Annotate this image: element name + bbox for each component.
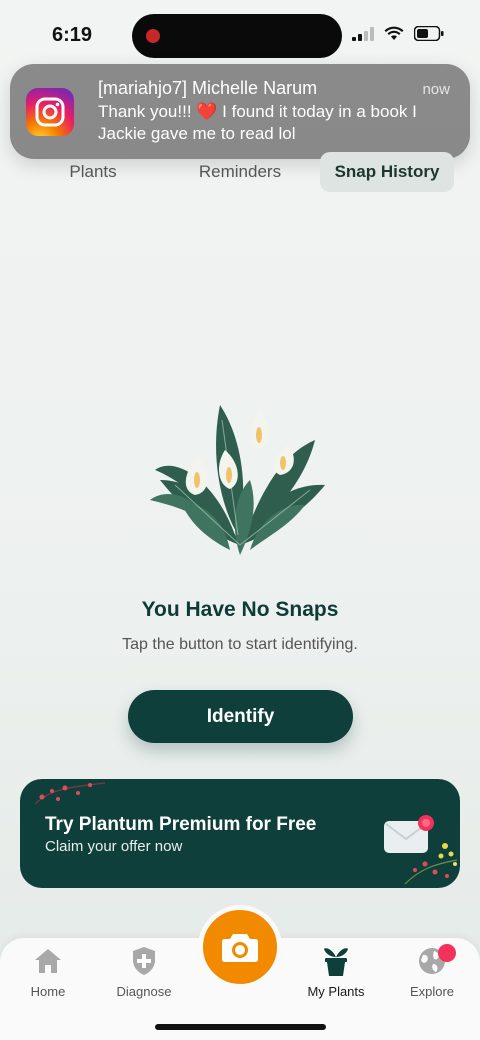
instagram-icon: [26, 88, 74, 136]
home-icon: [35, 949, 61, 973]
camera-snap-button[interactable]: [198, 905, 282, 989]
status-bar: 6:19: [0, 0, 480, 70]
nav-home-label: Home: [30, 984, 66, 999]
premium-subtitle: Claim your offer now: [45, 838, 183, 855]
peace-lily-illustration: [150, 405, 325, 555]
nav-home[interactable]: Home: [0, 944, 96, 999]
premium-offer-banner[interactable]: Try Plantum Premium for Free Claim your …: [20, 779, 460, 888]
dynamic-island: [132, 14, 342, 58]
empty-state-subtitle: Tap the button to start identifying.: [122, 636, 358, 653]
wifi-icon: [384, 26, 404, 40]
recording-indicator: [146, 29, 160, 43]
notification-body: Thank you!!! ❤️ I found it today in a bo…: [98, 102, 417, 143]
notification-time: now: [422, 81, 450, 98]
camera-icon: [222, 934, 258, 962]
tab-plants[interactable]: Plants: [24, 152, 162, 192]
nav-diagnose-label: Diagnose: [116, 984, 172, 999]
nav-explore[interactable]: Explore: [384, 944, 480, 999]
tab-snap-history[interactable]: Snap History: [320, 152, 454, 192]
status-time: 6:19: [52, 24, 93, 46]
tab-reminders[interactable]: Reminders: [172, 152, 308, 192]
nav-my-plants[interactable]: My Plants: [288, 944, 384, 999]
shield-plus-icon: [133, 947, 155, 975]
notification-badge: [438, 944, 456, 962]
segmented-tabs: Plants Reminders Snap History: [24, 152, 460, 194]
floral-decoration-icon: [404, 843, 458, 885]
cellular-signal-icon: [352, 26, 374, 41]
plant-pot-icon: [324, 948, 348, 976]
nav-my-plants-label: My Plants: [307, 984, 365, 999]
notification-banner[interactable]: [mariahjo7] Michelle Narum now Thank you…: [10, 64, 470, 159]
battery-icon: [414, 26, 444, 41]
notification-title: [mariahjo7] Michelle Narum: [98, 78, 318, 98]
home-indicator[interactable]: [155, 1024, 326, 1030]
status-icons: [352, 26, 444, 41]
empty-state-title: You Have No Snaps: [141, 598, 339, 621]
floral-decoration-icon: [34, 782, 106, 805]
identify-button[interactable]: Identify: [128, 690, 353, 743]
nav-explore-label: Explore: [409, 984, 455, 999]
premium-title: Try Plantum Premium for Free: [45, 814, 317, 835]
nav-diagnose[interactable]: Diagnose: [96, 944, 192, 999]
